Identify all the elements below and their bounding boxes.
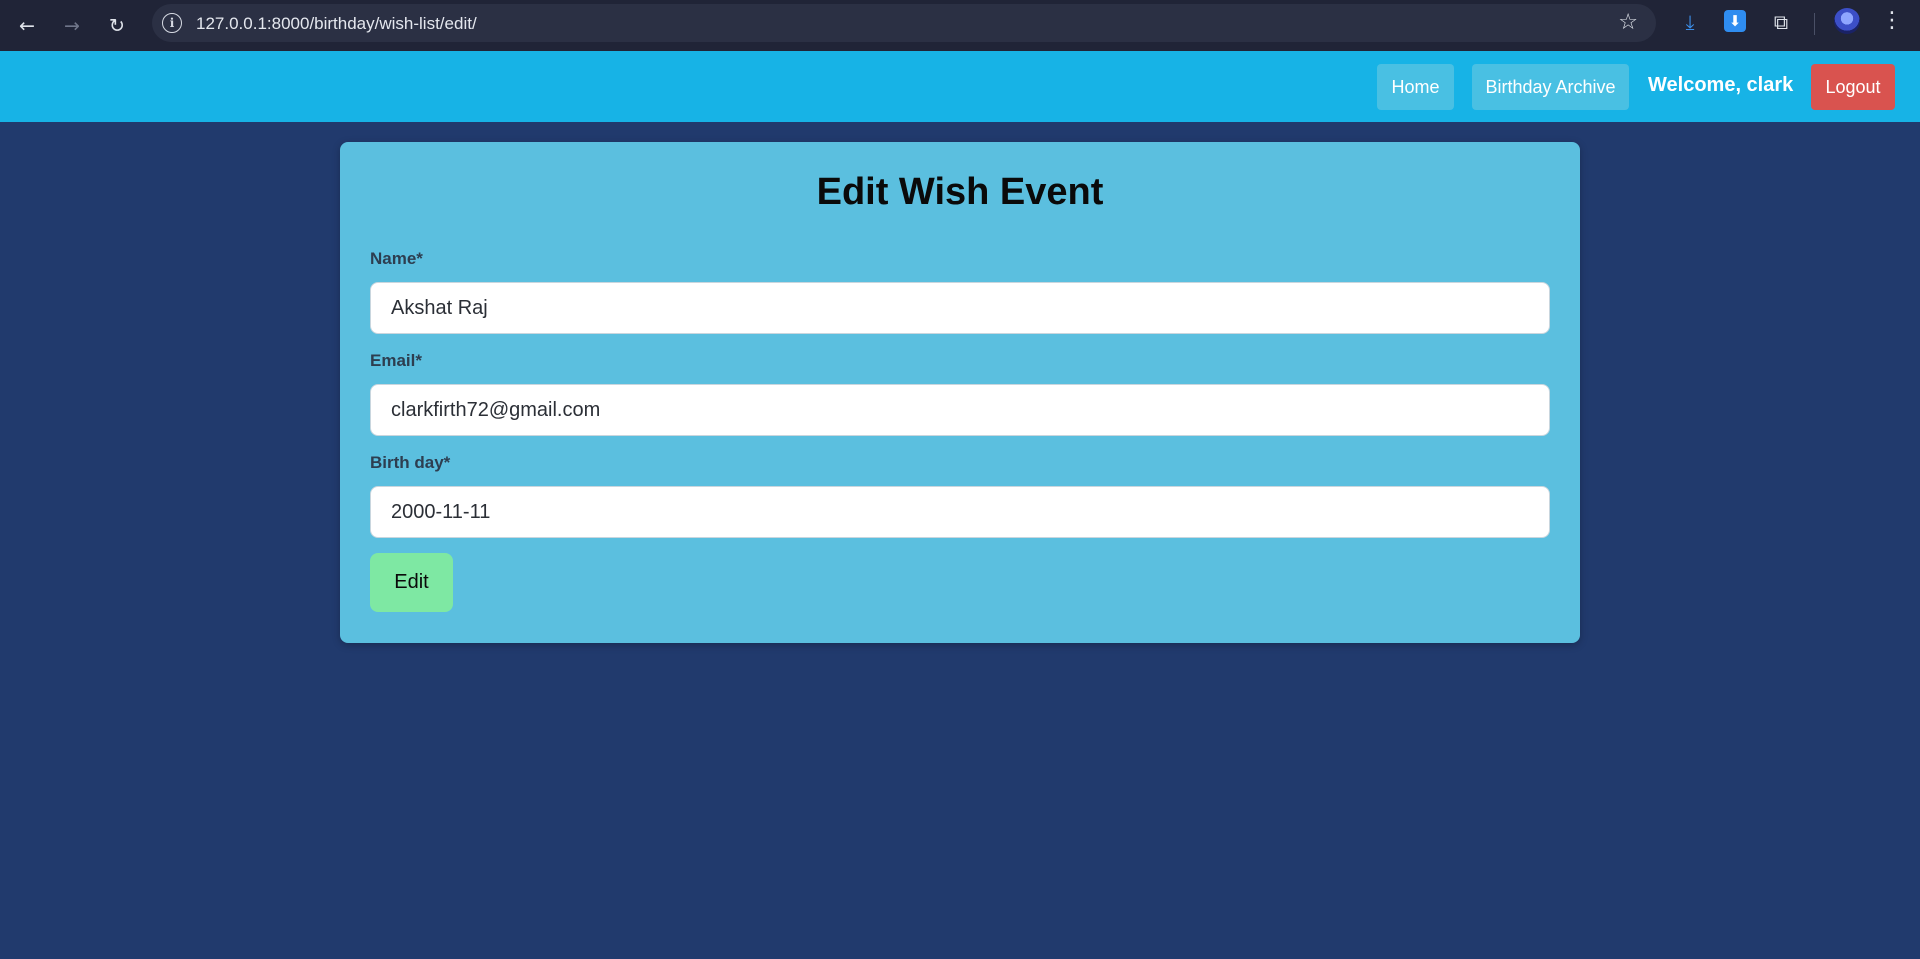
toolbar-divider: [1814, 13, 1815, 35]
page-title: Edit Wish Event: [816, 171, 1104, 213]
browser-menu-icon[interactable]: ⋮: [1880, 8, 1904, 33]
birthday-field[interactable]: 2000-11-11: [370, 486, 1550, 538]
name-label: Name*: [370, 249, 423, 268]
extensions-icon[interactable]: ⧉: [1769, 10, 1793, 34]
browser-toolbar: ← → ↻ i 127.0.0.1:8000/birthday/wish-lis…: [0, 0, 1920, 51]
download-icon[interactable]: ⤓: [1678, 10, 1702, 34]
address-url[interactable]: 127.0.0.1:8000/birthday/wish-list/edit/: [196, 14, 477, 34]
welcome-text: Welcome, clark: [1648, 74, 1794, 96]
site-navbar: Home Birthday Archive Welcome, clark Log…: [0, 51, 1920, 122]
profile-avatar[interactable]: [1834, 8, 1860, 34]
name-field[interactable]: Akshat Raj: [370, 282, 1550, 334]
email-field[interactable]: clarkfirth72@gmail.com: [370, 384, 1550, 436]
edit-submit-button[interactable]: Edit: [370, 553, 453, 612]
logout-button[interactable]: Logout: [1811, 64, 1895, 110]
reload-icon[interactable]: ↻: [99, 8, 135, 44]
nav-birthday-archive-link[interactable]: Birthday Archive: [1472, 64, 1629, 110]
nav-home-link[interactable]: Home: [1377, 64, 1454, 110]
edit-wish-card: Edit Wish Event Name* Akshat Raj Email* …: [340, 142, 1580, 643]
forward-icon[interactable]: →: [54, 8, 90, 44]
bookmark-star-icon[interactable]: ☆: [1618, 10, 1638, 35]
birthday-label: Birth day*: [370, 453, 451, 472]
download-manager-icon[interactable]: ⬇: [1724, 10, 1746, 32]
email-label: Email*: [370, 351, 422, 370]
address-bar[interactable]: i 127.0.0.1:8000/birthday/wish-list/edit…: [152, 4, 1656, 42]
site-info-icon[interactable]: i: [162, 13, 182, 33]
back-icon[interactable]: ←: [9, 8, 45, 44]
